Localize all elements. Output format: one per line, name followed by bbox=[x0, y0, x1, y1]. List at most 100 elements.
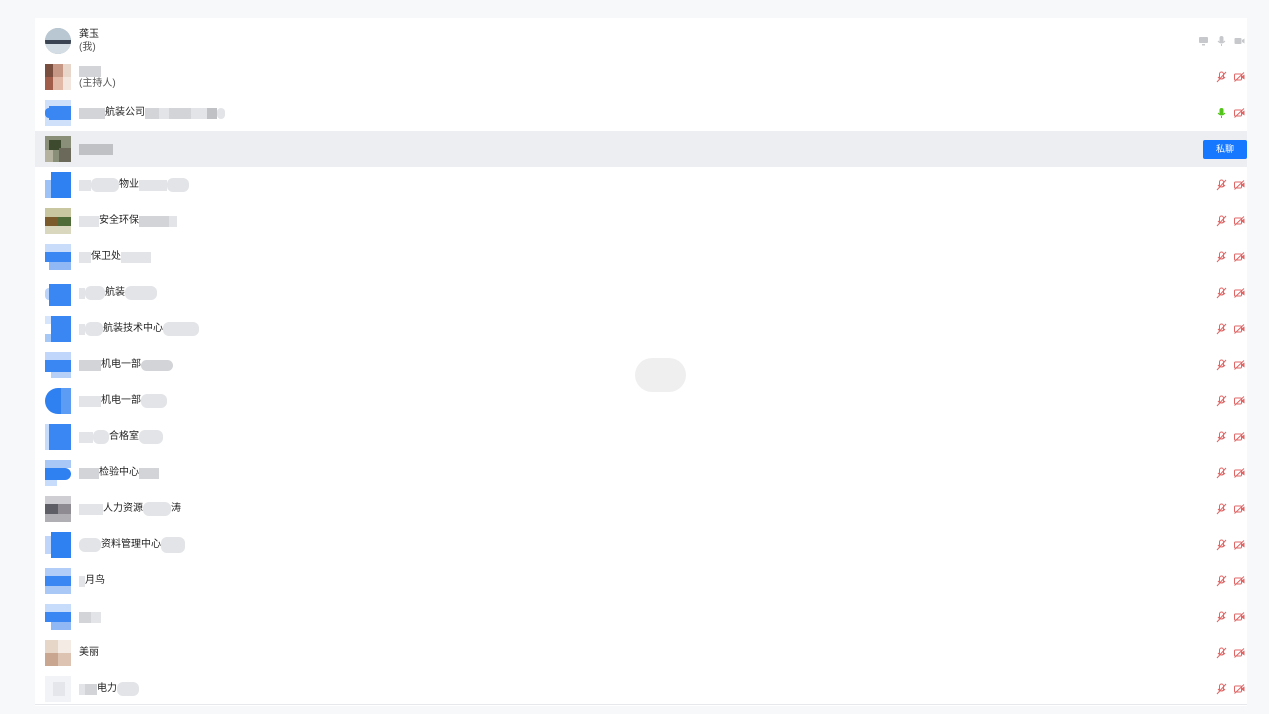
participant-name: 检验中心 bbox=[79, 466, 159, 480]
mic-muted-icon[interactable] bbox=[1216, 575, 1227, 587]
camera-off-icon[interactable] bbox=[1234, 503, 1245, 515]
participant-row[interactable]: 保卫处 bbox=[35, 239, 1247, 275]
participant-name bbox=[79, 64, 116, 78]
participant-role: (我) bbox=[79, 42, 96, 53]
participant-controls bbox=[1216, 419, 1245, 455]
participant-name: 合格室 bbox=[79, 430, 163, 444]
participant-row[interactable]: 航装公司 bbox=[35, 95, 1247, 131]
camera-off-icon[interactable] bbox=[1234, 215, 1245, 227]
camera-icon[interactable] bbox=[1234, 35, 1245, 47]
participant-controls bbox=[1216, 275, 1245, 311]
participant-controls bbox=[1216, 239, 1245, 275]
mic-muted-icon[interactable] bbox=[1216, 287, 1227, 299]
participant-controls bbox=[1216, 635, 1245, 671]
participant-name: 美丽 bbox=[79, 647, 99, 658]
microphone-icon[interactable] bbox=[1216, 35, 1227, 47]
participant-controls bbox=[1198, 23, 1245, 59]
avatar bbox=[45, 352, 71, 378]
participant-name bbox=[79, 142, 113, 156]
camera-off-icon[interactable] bbox=[1234, 287, 1245, 299]
participant-name: 月鸟 bbox=[79, 574, 105, 588]
divider bbox=[35, 704, 1247, 705]
camera-off-icon[interactable] bbox=[1234, 647, 1245, 659]
camera-off-icon[interactable] bbox=[1234, 611, 1245, 623]
participant-controls bbox=[1216, 203, 1245, 239]
participant-name: 机电一部 bbox=[79, 394, 167, 408]
camera-off-icon[interactable] bbox=[1234, 323, 1245, 335]
avatar bbox=[45, 676, 71, 702]
mic-muted-icon[interactable] bbox=[1216, 251, 1227, 263]
camera-off-icon[interactable] bbox=[1234, 431, 1245, 443]
avatar bbox=[45, 208, 71, 234]
mic-muted-icon[interactable] bbox=[1216, 467, 1227, 479]
avatar bbox=[45, 100, 71, 126]
mic-muted-icon[interactable] bbox=[1216, 395, 1227, 407]
participant-row[interactable]: 合格室 bbox=[35, 419, 1247, 455]
camera-off-icon[interactable] bbox=[1234, 179, 1245, 191]
participant-controls bbox=[1216, 311, 1245, 347]
participant-row[interactable]: 人力资源涛 bbox=[35, 491, 1247, 527]
mic-muted-icon[interactable] bbox=[1216, 539, 1227, 551]
participant-controls bbox=[1216, 527, 1245, 563]
participant-controls bbox=[1216, 455, 1245, 491]
avatar bbox=[45, 136, 71, 162]
participant-name: 航装技术中心 bbox=[79, 322, 199, 336]
participant-name: 资料管理中心 bbox=[79, 537, 185, 553]
camera-off-icon[interactable] bbox=[1234, 467, 1245, 479]
participant-name: 龚玉 bbox=[79, 29, 99, 40]
camera-off-icon[interactable] bbox=[1234, 359, 1245, 371]
participant-controls bbox=[1216, 59, 1245, 95]
screen-share-icon[interactable] bbox=[1198, 35, 1209, 47]
camera-off-icon[interactable] bbox=[1234, 251, 1245, 263]
participant-row[interactable]: 电力 bbox=[35, 671, 1247, 706]
participant-name: 航装公司 bbox=[79, 106, 225, 120]
avatar bbox=[45, 424, 71, 450]
participant-row[interactable]: 资料管理中心 bbox=[35, 527, 1247, 563]
participant-row[interactable]: 私聊 bbox=[35, 131, 1247, 167]
participant-row[interactable]: 龚玉 (我) bbox=[35, 23, 1247, 59]
camera-off-icon[interactable] bbox=[1234, 539, 1245, 551]
mic-muted-icon[interactable] bbox=[1216, 611, 1227, 623]
participant-row[interactable]: 航装 bbox=[35, 275, 1247, 311]
mic-muted-icon[interactable] bbox=[1216, 683, 1227, 695]
participant-row[interactable]: 航装技术中心 bbox=[35, 311, 1247, 347]
avatar bbox=[45, 64, 71, 90]
participant-row[interactable]: (主持人) bbox=[35, 59, 1247, 95]
participant-role: (主持人) bbox=[79, 78, 116, 89]
private-chat-button[interactable]: 私聊 bbox=[1203, 140, 1247, 159]
participant-row[interactable]: 美丽 bbox=[35, 635, 1247, 671]
participant-name: 机电一部 bbox=[79, 358, 173, 372]
mic-muted-icon[interactable] bbox=[1216, 215, 1227, 227]
camera-off-icon[interactable] bbox=[1234, 71, 1245, 83]
participant-name: 安全环保 bbox=[79, 214, 177, 228]
mic-muted-icon[interactable] bbox=[1216, 503, 1227, 515]
participant-row[interactable] bbox=[35, 599, 1247, 635]
participant-controls bbox=[1216, 347, 1245, 383]
camera-off-icon[interactable] bbox=[1234, 107, 1245, 119]
participant-controls bbox=[1216, 599, 1245, 635]
participant-controls bbox=[1216, 167, 1245, 203]
camera-off-icon[interactable] bbox=[1234, 575, 1245, 587]
avatar bbox=[45, 280, 71, 306]
participant-row[interactable]: 安全环保 bbox=[35, 203, 1247, 239]
microphone-icon[interactable] bbox=[1216, 107, 1227, 119]
mic-muted-icon[interactable] bbox=[1216, 359, 1227, 371]
mic-muted-icon[interactable] bbox=[1216, 179, 1227, 191]
participant-row[interactable]: 物业 bbox=[35, 167, 1247, 203]
mic-muted-icon[interactable] bbox=[1216, 323, 1227, 335]
camera-off-icon[interactable] bbox=[1234, 395, 1245, 407]
avatar bbox=[45, 244, 71, 270]
participant-row[interactable]: 月鸟 bbox=[35, 563, 1247, 599]
participant-controls bbox=[1216, 491, 1245, 527]
avatar bbox=[45, 532, 71, 558]
participant-controls bbox=[1216, 563, 1245, 599]
camera-off-icon[interactable] bbox=[1234, 683, 1245, 695]
avatar bbox=[45, 496, 71, 522]
participant-controls bbox=[1216, 671, 1245, 706]
mic-muted-icon[interactable] bbox=[1216, 647, 1227, 659]
avatar bbox=[45, 388, 71, 414]
mic-muted-icon[interactable] bbox=[1216, 431, 1227, 443]
avatar bbox=[45, 640, 71, 666]
participant-row[interactable]: 检验中心 bbox=[35, 455, 1247, 491]
mic-muted-icon[interactable] bbox=[1216, 71, 1227, 83]
